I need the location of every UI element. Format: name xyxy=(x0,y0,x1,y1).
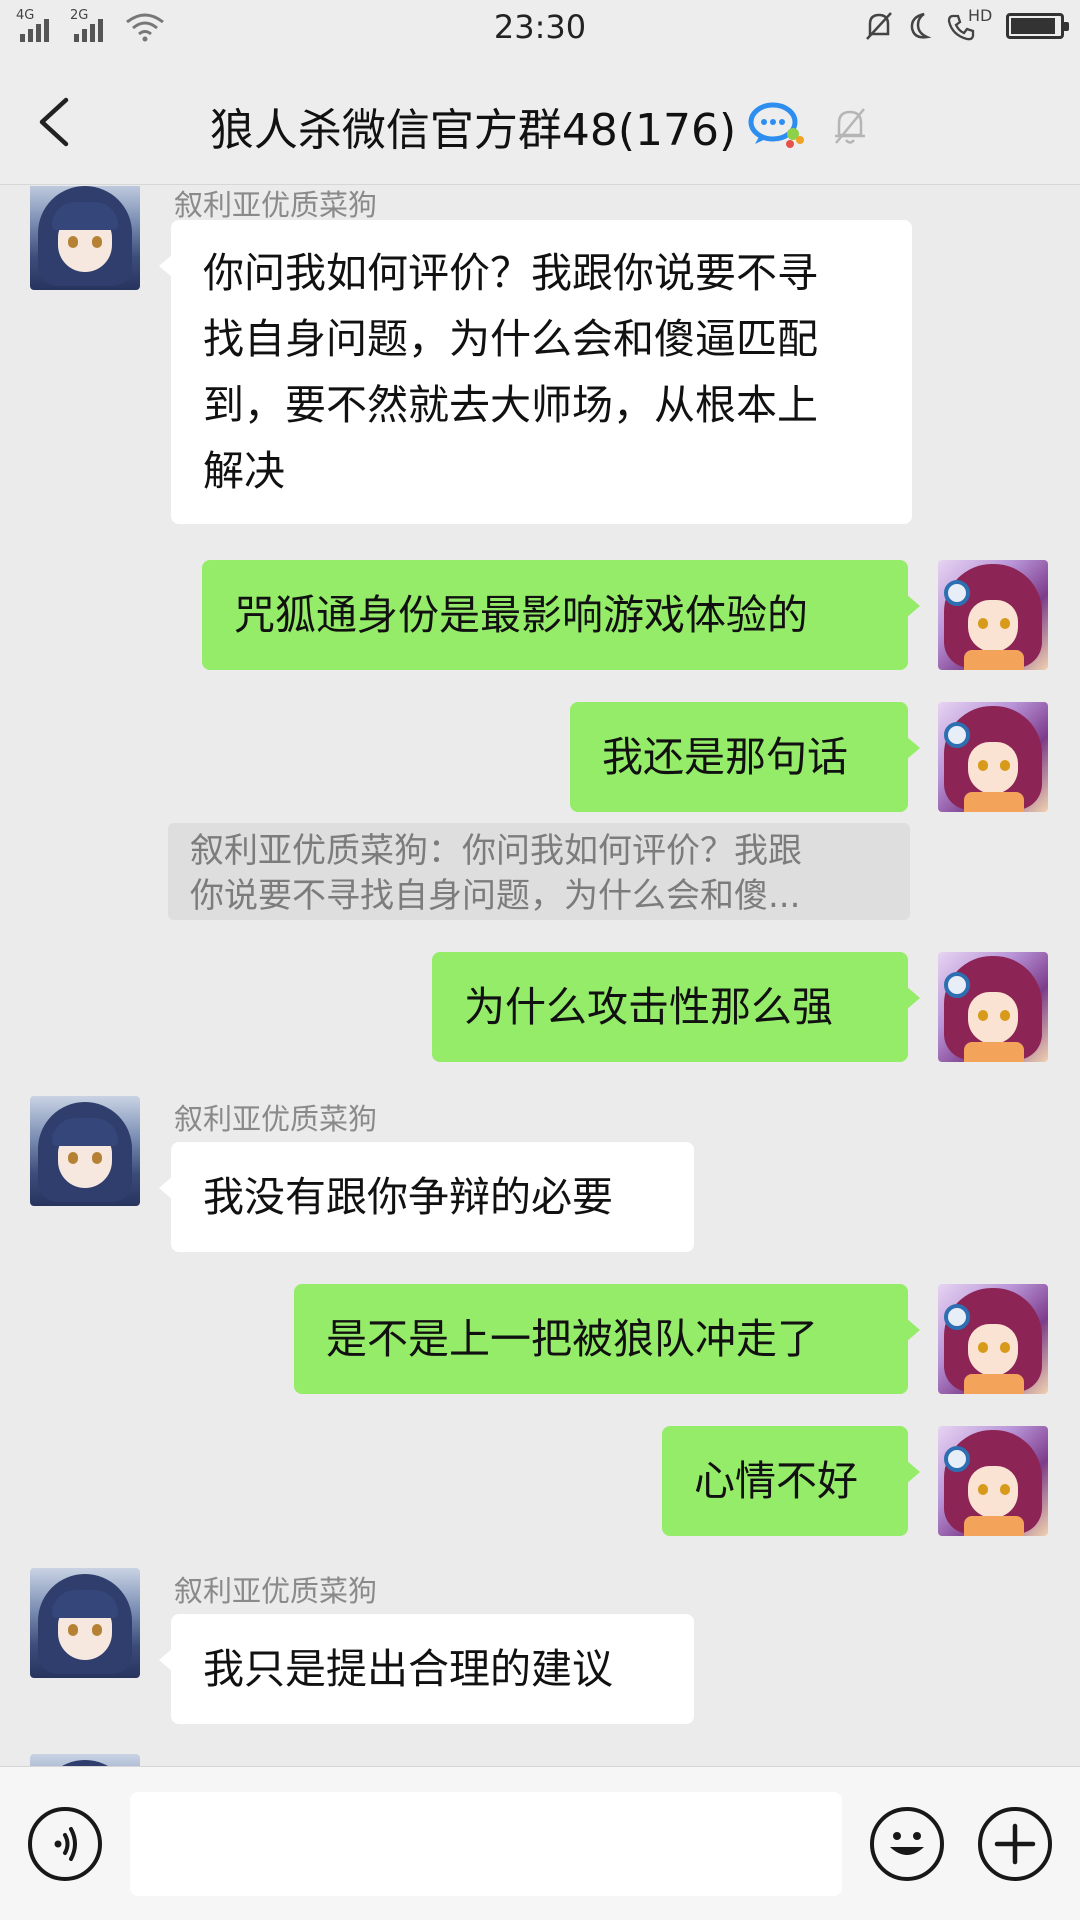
emoji-button[interactable] xyxy=(870,1807,944,1881)
message-line: 为什么攻击性那么强 xyxy=(464,983,833,1031)
quote-line: 叙利亚优质菜狗：你问我如何评价？我跟 xyxy=(190,831,802,871)
message-line: 解决 xyxy=(203,447,285,495)
group-title[interactable]: 狼人杀微信官方群48(176) xyxy=(210,94,736,158)
message-item: 叙利亚优质菜狗 我没有跟你争辩的必要 xyxy=(0,1096,1080,1252)
message-bubble[interactable]: 我还是那句话 xyxy=(570,702,920,812)
hd-call-icon: HD xyxy=(946,6,994,42)
message-bubble[interactable]: 心情不好 xyxy=(662,1426,920,1536)
message-bubble[interactable]: 我没有跟你争辩的必要 xyxy=(159,1142,694,1252)
chat-bubble-icon xyxy=(748,102,805,148)
message-item: 为什么攻击性那么强 xyxy=(0,952,1080,1062)
quoted-message[interactable]: 叙利亚优质菜狗：你问我如何评价？我跟 你说要不寻找自身问题，为什么会和傻... xyxy=(168,823,910,920)
message-bubble[interactable]: 咒狐通身份是最影响游戏体验的 xyxy=(202,560,920,670)
message-line: 心情不好 xyxy=(694,1457,858,1505)
muted-bell-icon xyxy=(835,108,866,144)
more-button[interactable] xyxy=(978,1807,1052,1881)
message-bubble[interactable]: 为什么攻击性那么强 xyxy=(432,952,920,1062)
sender-avatar[interactable] xyxy=(30,1754,140,1766)
emoji-icon xyxy=(890,1832,924,1855)
status-icons: HD xyxy=(864,6,1069,42)
title-group: 狼人杀微信官方群48(176) xyxy=(0,94,1080,158)
sender-avatar[interactable] xyxy=(30,186,140,290)
chat-header: 狼人杀微信官方群48(176) xyxy=(0,58,1080,185)
input-bar xyxy=(0,1766,1080,1920)
message-item: 是不是上一把被狼队冲走了 xyxy=(0,1284,1080,1394)
voice-button[interactable] xyxy=(28,1807,102,1881)
voice-icon xyxy=(54,1827,77,1861)
moon-icon xyxy=(910,12,932,39)
message-item: 叙利亚优质菜狗 我只是提出合理的建议 xyxy=(0,1568,1080,1724)
silent-bell-icon xyxy=(866,12,892,40)
message-line: 到，要不然就去大师场，从根本上 xyxy=(203,381,818,429)
message-bubble[interactable]: 你问我如何评价？我跟你说要不寻 找自身问题，为什么会和傻逼匹配 到，要不然就去大… xyxy=(159,220,912,524)
sender-name: 叙利亚优质菜狗 xyxy=(174,188,378,222)
message-line: 你问我如何评价？我跟你说要不寻 xyxy=(203,249,818,297)
message-line: 咒狐通身份是最影响游戏体验的 xyxy=(234,591,808,639)
message-line: 是不是上一把被狼队冲走了 xyxy=(326,1315,818,1363)
message-line: 我没有跟你争辩的必要 xyxy=(203,1173,613,1221)
sender-name: 叙利亚优质菜狗 xyxy=(174,1102,378,1136)
battery-icon xyxy=(1006,13,1069,39)
message-line: 我还是那句话 xyxy=(602,733,848,781)
message-item: 叙利亚优质菜狗 你问我如何评价？我跟你说要不寻 找自身问题，为什么会和傻逼匹配 … xyxy=(0,186,1080,526)
quote-line: 你说要不寻找自身问题，为什么会和傻... xyxy=(190,876,801,916)
message-item: 心情不好 xyxy=(0,1426,1080,1536)
my-avatar[interactable] xyxy=(938,1284,1048,1394)
message-item: 咒狐通身份是最影响游戏体验的 xyxy=(0,560,1080,670)
my-avatar[interactable] xyxy=(938,1426,1048,1536)
status-bar: 4G 2G 23:30 HD xyxy=(0,0,1080,58)
message-bubble[interactable]: 是不是上一把被狼队冲走了 xyxy=(294,1284,920,1394)
sender-name: 叙利亚优质菜狗 xyxy=(174,1574,378,1608)
my-avatar[interactable] xyxy=(938,560,1048,670)
message-bubble[interactable]: 我只是提出合理的建议 xyxy=(159,1614,694,1724)
sender-avatar[interactable] xyxy=(30,1096,140,1206)
message-line: 我只是提出合理的建议 xyxy=(203,1645,613,1693)
plus-icon xyxy=(994,1823,1036,1865)
hd-label: HD xyxy=(968,6,993,25)
sender-avatar[interactable] xyxy=(30,1568,140,1678)
my-avatar[interactable] xyxy=(938,952,1048,1062)
my-avatar[interactable] xyxy=(938,702,1048,812)
message-line: 找自身问题，为什么会和傻逼匹配 xyxy=(203,315,818,363)
message-list[interactable]: 叙利亚优质菜狗 你问我如何评价？我跟你说要不寻 找自身问题，为什么会和傻逼匹配 … xyxy=(0,186,1080,1766)
message-input[interactable] xyxy=(130,1792,842,1896)
